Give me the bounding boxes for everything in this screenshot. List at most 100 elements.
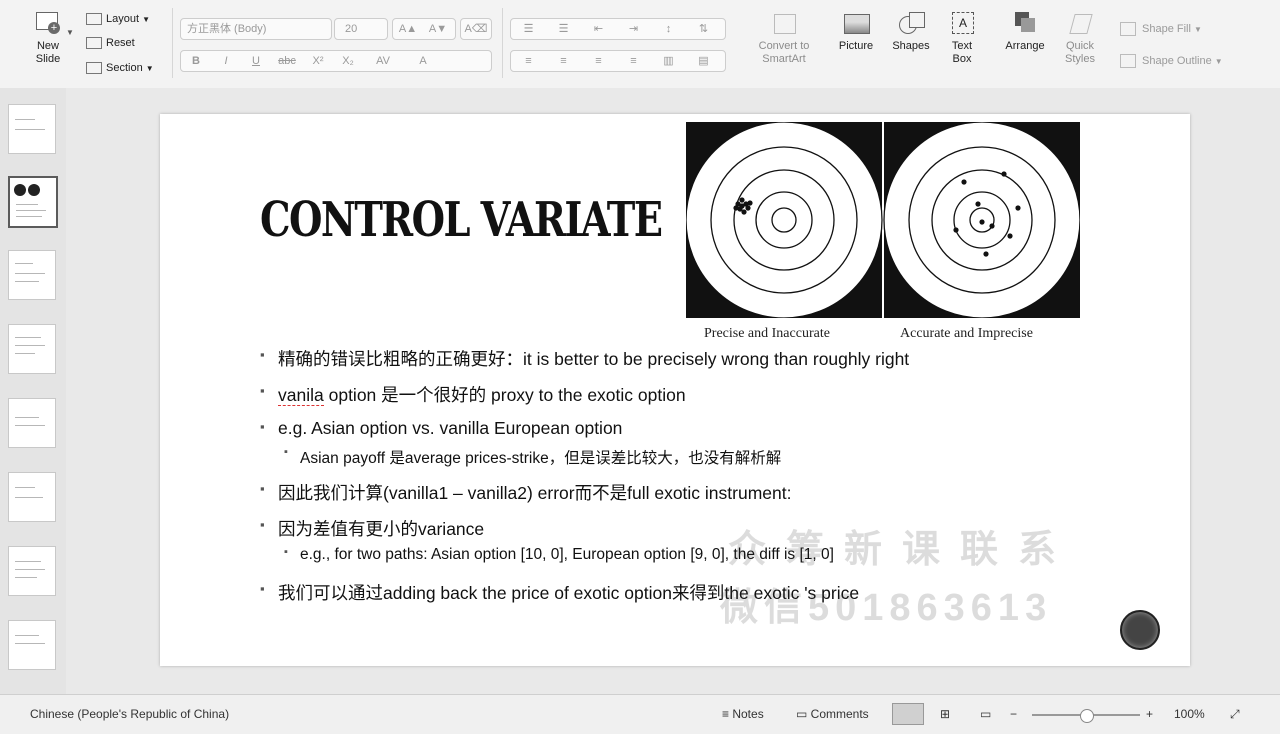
new-slide-icon: + bbox=[34, 10, 62, 36]
reset-button[interactable]: Reset bbox=[86, 37, 135, 50]
slide-thumbnail[interactable] bbox=[8, 398, 56, 448]
font-size-value: 20 bbox=[345, 23, 358, 35]
align-text-icon[interactable]: ▤ bbox=[686, 51, 721, 71]
section-button[interactable]: Section ▼ bbox=[86, 62, 154, 75]
bullets-icon[interactable]: ☰ bbox=[511, 19, 546, 39]
bold-button[interactable]: B bbox=[181, 51, 211, 71]
chevron-down-icon: ▼ bbox=[142, 15, 151, 24]
slide-sorter-icon[interactable]: ⊞ bbox=[940, 707, 950, 721]
align-center-icon[interactable]: ≡ bbox=[546, 51, 581, 71]
bullet-item[interactable]: 因为差值有更小的variance bbox=[260, 516, 484, 541]
new-slide-dropdown-icon[interactable]: ▼ bbox=[66, 28, 74, 37]
bullet-item[interactable]: e.g. Asian option vs. vanilla European o… bbox=[260, 418, 622, 439]
shrink-font-icon[interactable]: A▼ bbox=[423, 19, 453, 39]
arrange-label: Arrange bbox=[1005, 40, 1045, 52]
slide-thumbnail-pane[interactable] bbox=[0, 88, 67, 694]
font-grow-shrink-buttons[interactable]: A▲ A▼ bbox=[392, 18, 456, 40]
bullet-item[interactable]: 精确的错误比粗略的正确更好：it is better to be precise… bbox=[260, 346, 909, 371]
picture-label: Picture bbox=[838, 40, 874, 52]
subscript-button[interactable]: X₂ bbox=[333, 51, 363, 71]
italic-button[interactable]: I bbox=[211, 51, 241, 71]
shapes-button[interactable]: Shapes bbox=[886, 10, 936, 53]
zoom-level[interactable]: 100% bbox=[1174, 707, 1205, 721]
section-icon bbox=[86, 62, 102, 75]
columns-icon[interactable]: ▥ bbox=[651, 51, 686, 71]
bullet-item[interactable]: 因此我们计算(vanilla1 – vanilla2) error而不是full… bbox=[260, 480, 792, 505]
quick-styles-button[interactable]: Quick Styles bbox=[1056, 10, 1104, 66]
divider bbox=[172, 8, 173, 78]
zoom-slider[interactable] bbox=[1032, 709, 1140, 723]
clear-formatting-button[interactable]: A⌫ bbox=[460, 18, 492, 40]
notes-button[interactable]: ≡ Notes bbox=[722, 707, 764, 721]
zoom-in-icon[interactable]: + bbox=[1146, 707, 1153, 721]
slide-thumbnail[interactable] bbox=[8, 250, 56, 300]
text-direction-icon[interactable]: ⇅ bbox=[686, 19, 721, 39]
ribbon: + New Slide ▼ Layout ▼ Reset Section ▼ 方… bbox=[0, 0, 1280, 89]
text-box-label: Text Box bbox=[951, 40, 973, 65]
reading-view-icon[interactable]: ▭ bbox=[980, 707, 991, 721]
comments-button[interactable]: ▭ Comments bbox=[796, 707, 869, 721]
character-spacing-button[interactable]: AV bbox=[363, 51, 403, 71]
misspelled-word[interactable]: vanila bbox=[278, 385, 324, 406]
slide[interactable]: CONTROL VARIATE Precise and Inaccurate A… bbox=[160, 114, 1190, 666]
section-label: Section bbox=[106, 62, 143, 74]
arrange-icon bbox=[1011, 10, 1039, 36]
text-box-button[interactable]: A Text Box bbox=[940, 10, 984, 66]
slide-canvas: CONTROL VARIATE Precise and Inaccurate A… bbox=[66, 88, 1280, 694]
watermark-text: 微信501863613 bbox=[720, 587, 1053, 629]
chevron-down-icon: ▼ bbox=[1193, 24, 1202, 34]
slide-thumbnail[interactable] bbox=[8, 472, 56, 522]
layout-button[interactable]: Layout ▼ bbox=[86, 13, 151, 26]
reset-label: Reset bbox=[106, 37, 135, 49]
normal-view-button[interactable] bbox=[892, 703, 924, 725]
font-name-value: 方正黑体 (Body) bbox=[187, 23, 267, 35]
chevron-down-icon: ▼ bbox=[1214, 56, 1223, 66]
decrease-indent-icon[interactable]: ⇤ bbox=[581, 19, 616, 39]
shape-fill-button[interactable]: Shape Fill ▼ bbox=[1120, 22, 1202, 36]
shapes-label: Shapes bbox=[892, 40, 930, 52]
paragraph-align-group: ≡ ≡ ≡ ≡ ▥ ▤ bbox=[510, 50, 726, 72]
picture-button[interactable]: Picture bbox=[832, 10, 880, 53]
numbering-icon[interactable]: ☰ bbox=[546, 19, 581, 39]
slide-thumbnail[interactable] bbox=[8, 546, 56, 596]
picture-icon bbox=[842, 10, 870, 36]
slide-thumbnail[interactable] bbox=[8, 104, 56, 154]
strikethrough-button[interactable]: abc bbox=[271, 51, 303, 71]
shape-outline-button[interactable]: Shape Outline ▼ bbox=[1120, 54, 1223, 68]
superscript-button[interactable]: X² bbox=[303, 51, 333, 71]
grow-font-icon[interactable]: A▲ bbox=[393, 19, 423, 39]
convert-smartart-button[interactable]: Convert to SmartArt bbox=[748, 10, 820, 66]
quick-styles-label: Quick Styles bbox=[1065, 40, 1095, 65]
align-left-icon[interactable]: ≡ bbox=[511, 51, 546, 71]
align-right-icon[interactable]: ≡ bbox=[581, 51, 616, 71]
slide-thumbnail[interactable] bbox=[8, 620, 56, 670]
targets-image[interactable]: Precise and Inaccurate Accurate and Impr… bbox=[686, 122, 1080, 344]
text-box-icon: A bbox=[948, 10, 976, 36]
zoom-out-icon[interactable]: − bbox=[1010, 707, 1017, 721]
reset-icon bbox=[86, 37, 102, 50]
arrange-button[interactable]: Arrange bbox=[998, 10, 1052, 53]
font-color-button[interactable]: A bbox=[403, 51, 443, 71]
powerpoint-window: + New Slide ▼ Layout ▼ Reset Section ▼ 方… bbox=[0, 0, 1280, 734]
record-button[interactable] bbox=[1120, 610, 1160, 650]
font-name-select[interactable]: 方正黑体 (Body) bbox=[180, 18, 332, 40]
language-indicator[interactable]: Chinese (People's Republic of China) bbox=[30, 707, 229, 721]
fit-window-icon[interactable]: ⤢ bbox=[1230, 707, 1240, 722]
slide-thumbnail[interactable] bbox=[8, 324, 56, 374]
notes-icon: ≡ bbox=[722, 707, 733, 721]
pencil-icon bbox=[1120, 54, 1136, 68]
zoom-slider-handle[interactable] bbox=[1080, 709, 1094, 723]
new-slide-button[interactable]: + New Slide bbox=[24, 10, 72, 66]
bullet-item[interactable]: vanila option 是一个很好的 proxy to the exotic… bbox=[260, 382, 686, 407]
justify-icon[interactable]: ≡ bbox=[616, 51, 651, 71]
slide-title[interactable]: CONTROL VARIATE bbox=[260, 192, 663, 248]
layout-label: Layout bbox=[106, 13, 140, 25]
slide-thumbnail-selected[interactable] bbox=[8, 176, 58, 228]
new-slide-label: New Slide bbox=[35, 40, 61, 65]
comments-label: Comments bbox=[810, 707, 869, 721]
font-size-select[interactable]: 20 bbox=[334, 18, 388, 40]
line-spacing-icon[interactable]: ↕ bbox=[651, 19, 686, 39]
underline-button[interactable]: U bbox=[241, 51, 271, 71]
sub-bullet-item[interactable]: Asian payoff 是average prices-strike，但是误差… bbox=[284, 446, 781, 468]
increase-indent-icon[interactable]: ⇥ bbox=[616, 19, 651, 39]
